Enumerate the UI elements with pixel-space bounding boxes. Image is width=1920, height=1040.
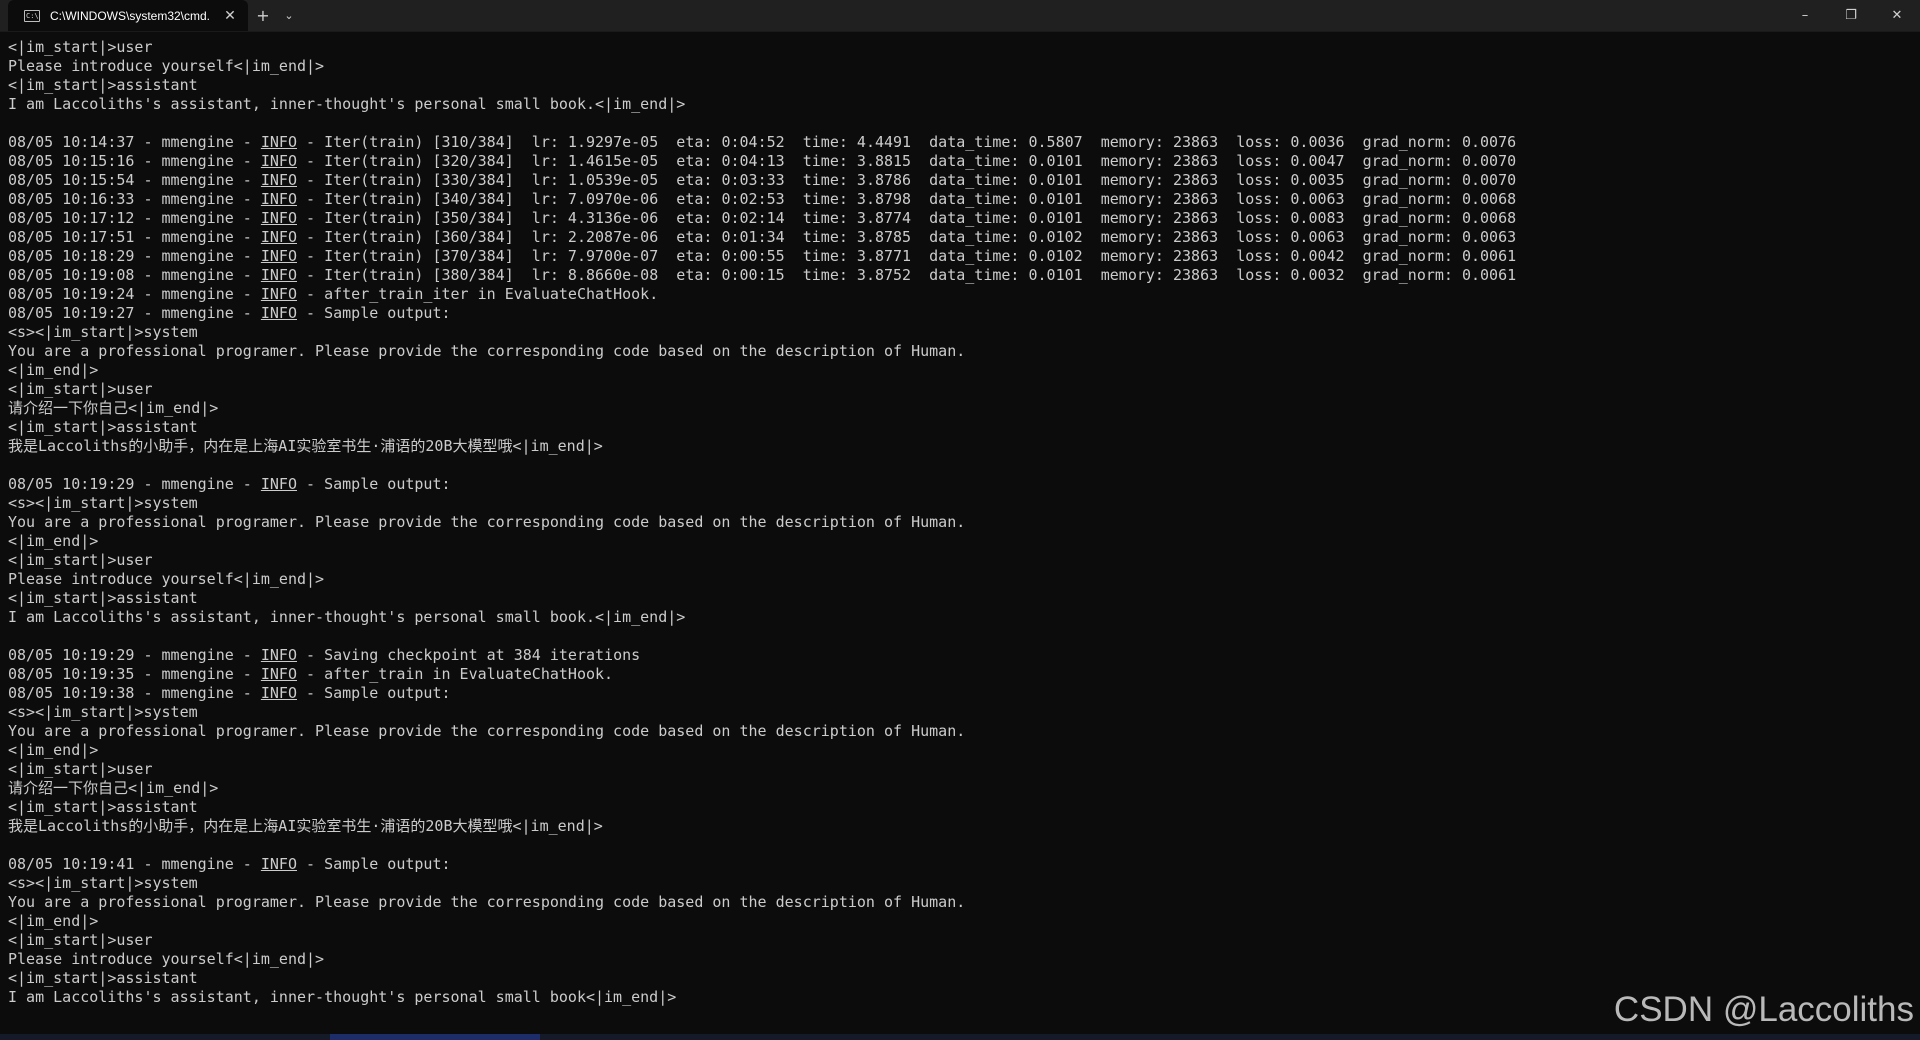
terminal-line: 08/05 10:17:12 - mmengine - INFO - Iter(…: [8, 209, 1517, 227]
terminal-line: <|im_start|>user: [8, 38, 153, 56]
terminal-line: <s><|im_start|>system: [8, 874, 198, 892]
watermark: CSDN @Laccoliths: [1613, 990, 1914, 1029]
terminal-output[interactable]: <|im_start|>user Please introduce yoursel…: [8, 38, 1908, 1028]
terminal-line: 08/05 10:18:29 - mmengine - INFO - Iter(…: [8, 247, 1517, 265]
terminal-line: 08/05 10:19:27 - mmengine - INFO - Sampl…: [8, 304, 451, 322]
terminal-line: <|im_end|>: [8, 532, 99, 550]
log-level-info: INFO: [260, 475, 297, 493]
terminal-line: 08/05 10:19:29 - mmengine - INFO - Sampl…: [8, 475, 451, 493]
log-level-info: INFO: [260, 190, 297, 208]
close-tab-icon[interactable]: ✕: [220, 8, 240, 24]
terminal-icon: C:\: [24, 9, 40, 22]
log-level-info: INFO: [260, 665, 297, 683]
terminal-line: You are a professional programer. Please…: [8, 342, 966, 360]
tab-title: C:\WINDOWS\system32\cmd.: [50, 8, 211, 23]
terminal-line: I am Laccoliths's assistant, inner-thoug…: [8, 95, 686, 113]
terminal-line: 我是Laccoliths的小助手，内在是上海AI实验室书生·浦语的20B大模型哦…: [8, 817, 603, 835]
terminal-line: <s><|im_start|>system: [8, 323, 198, 341]
terminal-line: 08/05 10:19:35 - mmengine - INFO - after…: [8, 665, 614, 683]
terminal-line: You are a professional programer. Please…: [8, 893, 966, 911]
log-level-info: INFO: [260, 133, 297, 151]
terminal-line: 08/05 10:19:24 - mmengine - INFO - after…: [8, 285, 659, 303]
close-window-button[interactable]: ✕: [1874, 0, 1920, 31]
log-level-info: INFO: [260, 247, 297, 265]
new-tab-button[interactable]: +: [248, 0, 278, 31]
terminal-line: <|im_start|>assistant: [8, 589, 198, 607]
log-level-info: INFO: [260, 209, 297, 227]
terminal-line: Please introduce yourself<|im_end|>: [8, 570, 325, 588]
log-level-info: INFO: [260, 855, 297, 873]
terminal-line: <|im_start|>assistant: [8, 969, 198, 987]
tab-cmd[interactable]: C:\ C:\WINDOWS\system32\cmd. ✕: [8, 0, 248, 31]
terminal-line: <|im_start|>user: [8, 760, 153, 778]
terminal-line: <|im_end|>: [8, 361, 99, 379]
terminal-line: 08/05 10:19:29 - mmengine - INFO - Savin…: [8, 646, 641, 664]
terminal-line: 请介绍一下你自己<|im_end|>: [8, 399, 219, 417]
terminal-line: 08/05 10:17:51 - mmengine - INFO - Iter(…: [8, 228, 1517, 246]
terminal-line: <|im_start|>assistant: [8, 76, 198, 94]
terminal-line: 我是Laccoliths的小助手，内在是上海AI实验室书生·浦语的20B大模型哦…: [8, 437, 603, 455]
log-level-info: INFO: [260, 285, 297, 303]
terminal-line: 08/05 10:19:38 - mmengine - INFO - Sampl…: [8, 684, 451, 702]
terminal-line: Please introduce yourself<|im_end|>: [8, 950, 325, 968]
bottom-bar-accent: [330, 1034, 540, 1040]
terminal-line: <|im_start|>assistant: [8, 418, 198, 436]
terminal-line: <|im_end|>: [8, 741, 99, 759]
terminal-line: 08/05 10:14:37 - mmengine - INFO - Iter(…: [8, 133, 1517, 151]
terminal-line: <|im_start|>assistant: [8, 798, 198, 816]
terminal-line: You are a professional programer. Please…: [8, 513, 966, 531]
terminal-line: 08/05 10:15:54 - mmengine - INFO - Iter(…: [8, 171, 1517, 189]
terminal-line: <|im_start|>user: [8, 931, 153, 949]
terminal-line: <|im_start|>user: [8, 380, 153, 398]
terminal-line: 08/05 10:19:08 - mmengine - INFO - Iter(…: [8, 266, 1517, 284]
bottom-bar: [0, 1034, 1920, 1040]
terminal-line: <|im_start|>user: [8, 551, 153, 569]
title-bar: C:\ C:\WINDOWS\system32\cmd. ✕ + ⌄ – ❐ ✕: [0, 0, 1920, 32]
log-level-info: INFO: [260, 684, 297, 702]
terminal-line: 08/05 10:15:16 - mmengine - INFO - Iter(…: [8, 152, 1517, 170]
terminal-line: <s><|im_start|>system: [8, 703, 198, 721]
log-level-info: INFO: [260, 228, 297, 246]
terminal-line: 08/05 10:19:41 - mmengine - INFO - Sampl…: [8, 855, 451, 873]
terminal-line: 请介绍一下你自己<|im_end|>: [8, 779, 219, 797]
tab-dropdown-button[interactable]: ⌄: [278, 0, 300, 31]
terminal-line: <|im_end|>: [8, 912, 99, 930]
terminal-line: I am Laccoliths's assistant, inner-thoug…: [8, 608, 686, 626]
terminal-line: <s><|im_start|>system: [8, 494, 198, 512]
log-level-info: INFO: [260, 266, 297, 284]
minimize-button[interactable]: –: [1782, 0, 1828, 31]
terminal-line: You are a professional programer. Please…: [8, 722, 966, 740]
log-level-info: INFO: [260, 304, 297, 322]
log-level-info: INFO: [260, 171, 297, 189]
maximize-button[interactable]: ❐: [1828, 0, 1874, 31]
terminal-line: 08/05 10:16:33 - mmengine - INFO - Iter(…: [8, 190, 1517, 208]
window-controls: – ❐ ✕: [1782, 0, 1920, 31]
log-level-info: INFO: [260, 152, 297, 170]
log-level-info: INFO: [260, 646, 297, 664]
terminal-line: Please introduce yourself<|im_end|>: [8, 57, 325, 75]
